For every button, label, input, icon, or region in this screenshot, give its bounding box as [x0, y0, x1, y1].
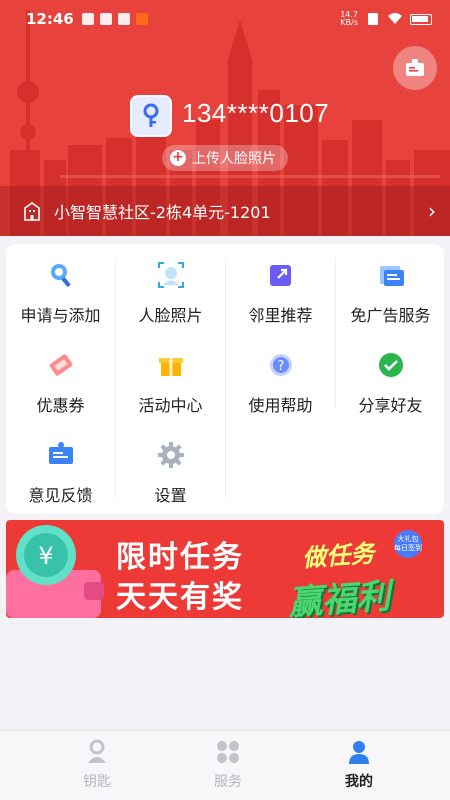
services-icon	[217, 741, 239, 763]
grid-item-share-friends[interactable]: 分享好友	[336, 334, 445, 424]
wifi-icon	[388, 13, 402, 24]
banner-tag-task: 做任务	[301, 539, 376, 573]
key-avatar-icon	[143, 103, 159, 127]
upload-face-button[interactable]: + 上传人脸照片	[162, 145, 288, 171]
profile-header: 12:46 14.7 KB/s 134****0107 + 上传人脸照片 小智智…	[0, 0, 450, 236]
grid-item-activity-center[interactable]: 活动中心	[116, 334, 225, 424]
grid-item-settings[interactable]: 设置	[116, 424, 225, 514]
app-notification-icon	[135, 13, 148, 25]
grid-item-coupons[interactable]: 优惠券	[6, 334, 115, 424]
svg-text:¥: ¥	[38, 542, 53, 570]
ad-free-icon	[374, 258, 408, 292]
key-icon	[88, 739, 106, 763]
status-time: 12:46	[26, 10, 74, 28]
banner-sticker: 大礼包 每日签到	[394, 530, 422, 558]
network-speed: 14.7 KB/s	[340, 10, 358, 27]
phone-number: 134****0107	[182, 98, 330, 128]
promo-banner[interactable]: ¥ 限时任务 天天有奖 做任务 赢福利 大礼包 每日签到	[6, 520, 444, 618]
tab-keys[interactable]: 钥匙	[22, 739, 172, 791]
chevron-right-icon: ›	[428, 199, 436, 223]
banner-tag-benefit: 赢福利	[286, 576, 392, 618]
grid-item-feedback[interactable]: 意见反馈	[6, 424, 115, 514]
svg-text:?: ?	[277, 359, 284, 374]
wechat-icon	[374, 348, 408, 382]
id-card-button[interactable]	[393, 46, 437, 90]
battery-icon	[410, 13, 432, 25]
share-icon	[264, 258, 298, 292]
tab-mine[interactable]: 我的	[284, 739, 434, 791]
upload-face-label: 上传人脸照片	[192, 151, 276, 167]
grid-item-ad-free[interactable]: 免广告服务	[336, 244, 445, 334]
banner-title-line1: 限时任务	[116, 540, 244, 575]
coupon-icon	[44, 348, 78, 382]
profile-icon	[349, 741, 369, 764]
building-icon	[24, 202, 40, 221]
grid-item-help[interactable]: ? 使用帮助	[226, 334, 335, 424]
notification-icon	[81, 13, 94, 25]
link-icon	[99, 13, 112, 25]
gift-icon	[154, 348, 188, 382]
settings-icon	[154, 438, 188, 472]
help-icon: ?	[264, 348, 298, 382]
search-key-icon	[44, 258, 78, 292]
service-grid: 申请与添加 人脸照片 邻里推荐 免广告服务 优惠券 活动中心 ? 使用帮助 分享…	[6, 244, 444, 514]
sim-icon	[368, 13, 378, 25]
plus-icon: +	[170, 150, 186, 166]
banner-title-line2: 天天有奖	[116, 580, 244, 615]
feedback-icon	[44, 438, 78, 472]
coin-wallet-icon: ¥	[6, 525, 104, 618]
community-name: 小智智慧社区-2栋4单元-1201	[54, 203, 271, 222]
bottom-tab-bar: 钥匙 服务 我的	[0, 730, 450, 800]
grid-item-apply-add[interactable]: 申请与添加	[6, 244, 115, 334]
face-icon	[154, 258, 188, 292]
grid-item-face-photo[interactable]: 人脸照片	[116, 244, 225, 334]
avatar[interactable]	[130, 95, 172, 137]
grid-item-neighbor-recommend[interactable]: 邻里推荐	[226, 244, 335, 334]
community-selector[interactable]: 小智智慧社区-2栋4单元-1201 ›	[0, 186, 450, 236]
id-card-icon	[406, 59, 424, 76]
media-icon	[117, 13, 130, 25]
status-bar: 12:46 14.7 KB/s	[0, 0, 450, 38]
tab-services[interactable]: 服务	[153, 739, 303, 791]
